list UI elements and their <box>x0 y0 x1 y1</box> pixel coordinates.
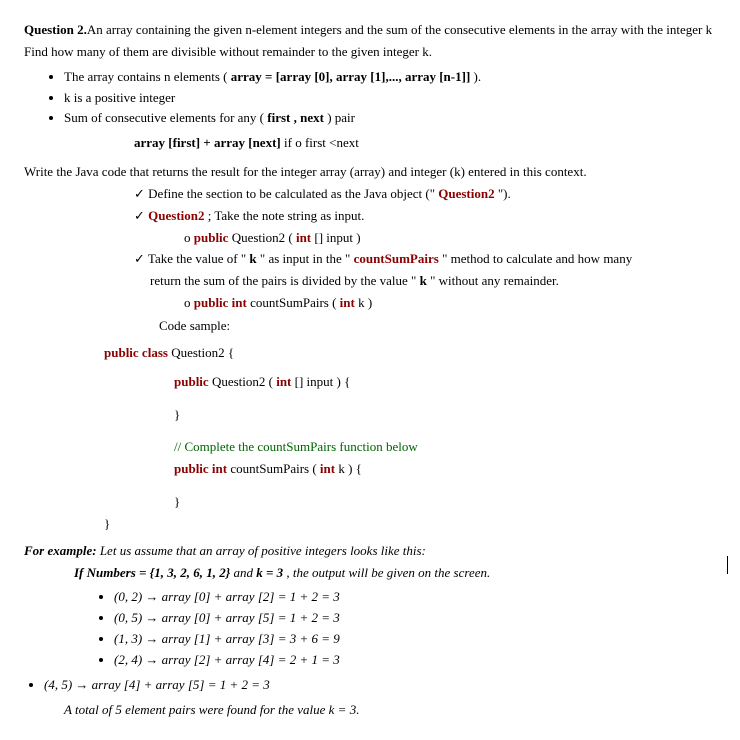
instruction-block: Define the section to be calculated as t… <box>134 185 724 336</box>
constraints-list: The array contains n elements ( array = … <box>64 68 724 129</box>
code-line: public class Question2 { <box>104 344 724 363</box>
question-title: Question 2.An array containing the given… <box>24 21 724 40</box>
code-line: } <box>104 515 724 534</box>
question-title-text: An array containing the given n-element … <box>87 22 712 37</box>
code-sample-label: Code sample: <box>159 317 724 336</box>
write-instruction: Write the Java code that returns the res… <box>24 163 724 182</box>
instruction-item: Take the value of " k " as input in the … <box>134 250 724 269</box>
example-item: (0, 2) → array [0] + array [2] = 1 + 2 =… <box>114 588 724 607</box>
example-total: A total of 5 element pairs were found fo… <box>64 701 724 720</box>
code-line: public Question2 ( int [] input ) { <box>174 373 724 392</box>
example-item: (1, 3) → array [1] + array [3] = 3 + 6 =… <box>114 630 724 649</box>
example-item: (4, 5) → array [4] + array [5] = 1 + 2 =… <box>44 676 724 695</box>
example-item: (2, 4) → array [2] + array [4] = 2 + 1 =… <box>114 651 724 670</box>
example-list-last: (4, 5) → array [4] + array [5] = 1 + 2 =… <box>44 676 724 695</box>
code-comment: // Complete the countSumPairs function b… <box>174 438 724 457</box>
example-item: (0, 5) → array [0] + array [5] = 1 + 2 =… <box>114 609 724 628</box>
instruction-item: Define the section to be calculated as t… <box>134 185 724 204</box>
instruction-signature: public int countSumPairs ( int k ) <box>184 294 724 313</box>
constraint-item: The array contains n elements ( array = … <box>64 68 724 87</box>
instruction-signature: public Question2 ( int [] input ) <box>184 229 724 248</box>
example-list: (0, 2) → array [0] + array [2] = 1 + 2 =… <box>114 588 724 669</box>
text-cursor-icon <box>727 556 728 574</box>
example-intro: For example: Let us assume that an array… <box>24 542 724 561</box>
code-line: } <box>174 493 724 512</box>
example-numbers: If Numbers = {1, 3, 2, 6, 1, 2} and k = … <box>74 564 724 583</box>
question-label: Question 2. <box>24 22 87 37</box>
constraint-item: Sum of consecutive elements for any ( fi… <box>64 109 724 128</box>
constraint-item: k is a positive integer <box>64 89 724 108</box>
code-block: public class Question2 { public Question… <box>104 344 724 534</box>
pair-formula: array [first] + array [next] if o first … <box>134 134 724 153</box>
code-line: public int countSumPairs ( int k ) { <box>174 460 724 479</box>
code-line: } <box>174 406 724 425</box>
instruction-item: Question2 ; Take the note string as inpu… <box>134 207 724 226</box>
instruction-item-cont: return the sum of the pairs is divided b… <box>150 272 724 291</box>
question-line2: Find how many of them are divisible with… <box>24 43 724 62</box>
